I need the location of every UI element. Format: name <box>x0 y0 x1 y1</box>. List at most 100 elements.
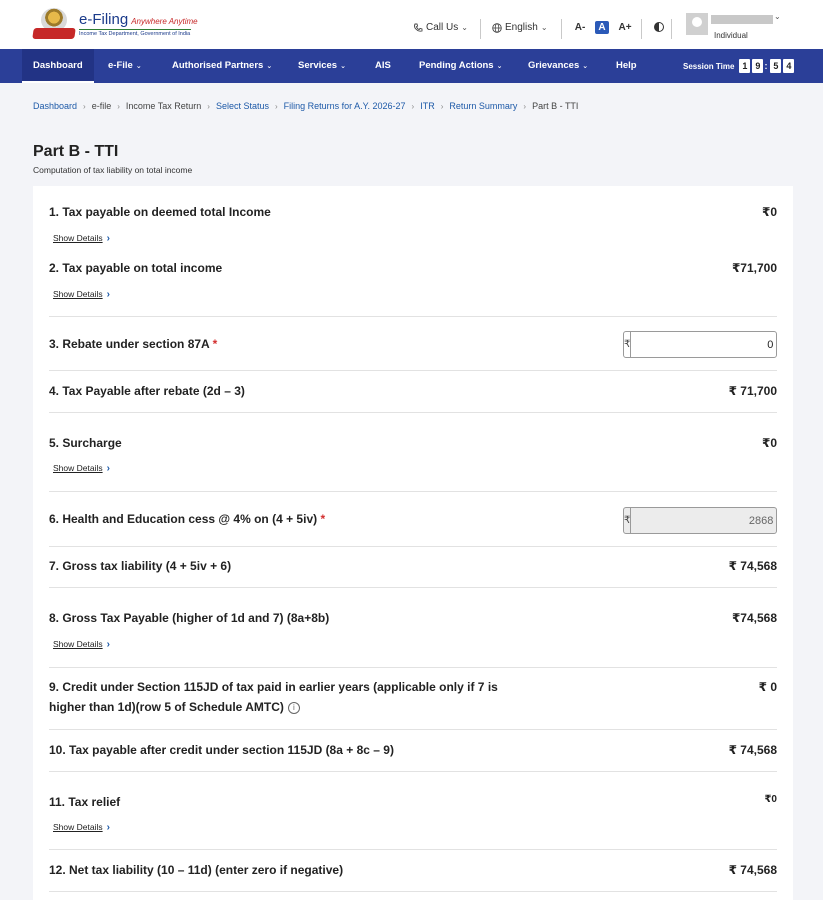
row-value: ₹ 74,568 <box>728 743 777 757</box>
chevron-right-icon: › <box>106 233 110 244</box>
row-gross-tax-liability: 7. Gross tax liability (4 + 5iv + 6) ₹ 7… <box>49 547 777 588</box>
row-value: ₹ 0 <box>758 680 777 694</box>
row-credit-115jd: 9. Credit under Section 115JD of tax pai… <box>49 668 777 730</box>
nav-dashboard[interactable]: Dashboard <box>22 49 94 83</box>
brand-tagline: Anywhere Anytime <box>131 17 198 26</box>
row-label: 5. Surcharge <box>49 436 122 450</box>
page-title: Part B - TTI <box>33 143 119 160</box>
row-tax-deemed-income: 1. Tax payable on deemed total Income ₹0… <box>49 186 777 248</box>
row-value: ₹ 74,568 <box>728 559 777 573</box>
username-redacted[interactable] <box>711 15 773 24</box>
session-label: Session Time <box>683 61 735 71</box>
rupee-prefix: ₹ <box>624 332 632 357</box>
row-label: 2. Tax payable on total income <box>49 261 223 275</box>
row-value: ₹0 <box>764 794 777 805</box>
chevron-down-icon[interactable]: ⌄ <box>774 12 781 21</box>
breadcrumb-return-summary[interactable]: Return Summary <box>449 101 517 111</box>
row-gross-tax-payable: 8. Gross Tax Payable (higher of 1d and 7… <box>49 588 777 668</box>
row-label: 11. Tax relief <box>49 795 121 809</box>
rupee-prefix: ₹ <box>624 508 632 533</box>
breadcrumb-current: Part B - TTI <box>532 101 579 111</box>
row-label: higher than 1d)(row 5 of Schedule AMTC) i <box>49 697 300 717</box>
nav-services[interactable]: Services ⌄ <box>298 49 346 83</box>
row-label: 12. Net tax liability (10 – 11d) (enter … <box>49 863 344 877</box>
session-digit: 4 <box>783 59 795 73</box>
font-decrease-button[interactable]: A- <box>573 21 587 34</box>
tax-computation-card: 1. Tax payable on deemed total Income ₹0… <box>33 186 793 900</box>
chevron-right-icon: › <box>106 289 110 300</box>
session-digit: 5 <box>770 59 782 73</box>
chevron-right-icon: › <box>106 463 110 474</box>
phone-icon <box>414 23 423 32</box>
show-details-link[interactable]: Show Details › <box>53 822 110 833</box>
session-digit: 1 <box>739 59 751 73</box>
breadcrumb-filing-returns[interactable]: Filing Returns for A.Y. 2026-27 <box>284 101 406 111</box>
required-asterisk: * <box>320 512 326 526</box>
row-tax-total-income: 2. Tax payable on total income ₹71,700 S… <box>49 248 777 317</box>
show-details-link[interactable]: Show Details › <box>53 463 110 474</box>
show-details-link[interactable]: Show Details › <box>53 233 110 244</box>
session-digit: 9 <box>752 59 764 73</box>
font-normal-button[interactable]: A <box>595 21 609 34</box>
nav-authorised-partners[interactable]: Authorised Partners ⌄ <box>172 49 272 83</box>
page-subtitle: Computation of tax liability on total in… <box>33 165 193 175</box>
rebate-input-group: ₹ <box>623 331 782 358</box>
chevron-right-icon: › <box>106 639 110 650</box>
row-tax-relief: 11. Tax relief ₹0 Show Details › <box>49 772 777 850</box>
font-increase-button[interactable]: A+ <box>618 21 632 34</box>
row-label: 4. Tax Payable after rebate (2d – 3) <box>49 384 245 398</box>
brand-name: e-Filing <box>79 11 129 28</box>
required-asterisk: * <box>212 337 218 351</box>
row-value: ₹ 71,700 <box>728 384 777 398</box>
nav-efile[interactable]: e-File ⌄ <box>108 49 142 83</box>
chevron-right-icon: › <box>106 822 110 833</box>
row-label: 1. Tax payable on deemed total Income <box>49 205 271 219</box>
chevron-down-icon: ⌄ <box>496 63 503 70</box>
language-label: English <box>505 22 538 33</box>
cess-input-group: ₹ <box>623 507 782 534</box>
call-us-button[interactable]: Call Us ⌄ <box>413 22 468 33</box>
row-label: 8. Gross Tax Payable (higher of 1d and 7… <box>49 611 330 625</box>
chevron-down-icon: ⌄ <box>461 23 468 32</box>
row-tax-after-credit: 10. Tax payable after credit under secti… <box>49 730 777 772</box>
chevron-right-icon: › <box>411 101 415 111</box>
contrast-toggle-icon[interactable] <box>654 22 664 32</box>
row-value: ₹74,568 <box>731 611 777 625</box>
breadcrumb-itr[interactable]: ITR <box>420 101 435 111</box>
show-details-link[interactable]: Show Details › <box>53 639 110 650</box>
row-value: ₹0 <box>761 205 777 219</box>
row-rebate-87a: 3. Rebate under section 87A * ₹ <box>49 317 782 371</box>
rebate-input[interactable] <box>631 332 782 357</box>
chevron-down-icon: ⌄ <box>582 63 589 70</box>
chevron-right-icon: › <box>83 101 86 111</box>
chevron-right-icon: › <box>274 101 278 111</box>
user-role: Individual <box>714 31 748 40</box>
efiling-logo[interactable]: e-Filing Anywhere Anytime Income Tax Dep… <box>32 8 198 40</box>
row-label: 10. Tax payable after credit under secti… <box>49 743 394 757</box>
breadcrumb-select-status[interactable]: Select Status <box>216 101 269 111</box>
row-health-education-cess: 6. Health and Education cess @ 4% on (4 … <box>49 492 782 547</box>
top-header: e-Filing Anywhere Anytime Income Tax Dep… <box>0 0 823 49</box>
breadcrumb-dashboard[interactable]: Dashboard <box>33 101 77 111</box>
globe-icon <box>492 22 502 33</box>
nav-ais[interactable]: AIS <box>375 49 391 83</box>
show-details-link[interactable]: Show Details › <box>53 289 110 300</box>
main-nav: Dashboard e-File ⌄ Authorised Partners ⌄ S… <box>0 49 823 83</box>
row-tax-after-rebate: 4. Tax Payable after rebate (2d – 3) ₹ 7… <box>49 371 777 413</box>
chevron-down-icon: ⌄ <box>540 23 548 32</box>
call-us-label: Call Us <box>426 22 459 33</box>
nav-pending-actions[interactable]: Pending Actions ⌄ <box>419 49 502 83</box>
chevron-right-icon: › <box>207 101 210 111</box>
avatar[interactable] <box>686 13 708 35</box>
chevron-down-icon: ⌄ <box>135 63 142 70</box>
nav-grievances[interactable]: Grievances ⌄ <box>528 49 588 83</box>
brand-subtitle: Income Tax Department, Government of Ind… <box>79 31 191 37</box>
emblem-icon <box>32 8 76 40</box>
row-value: ₹ 74,568 <box>728 863 777 877</box>
row-label: 7. Gross tax liability (4 + 5iv + 6) <box>49 559 232 573</box>
info-icon[interactable]: i <box>287 701 300 714</box>
nav-help[interactable]: Help <box>616 49 637 83</box>
chevron-right-icon: › <box>523 101 527 111</box>
session-timer: Session Time 1 9 : 5 4 <box>683 49 795 83</box>
language-selector[interactable]: English ⌄ <box>492 22 548 33</box>
